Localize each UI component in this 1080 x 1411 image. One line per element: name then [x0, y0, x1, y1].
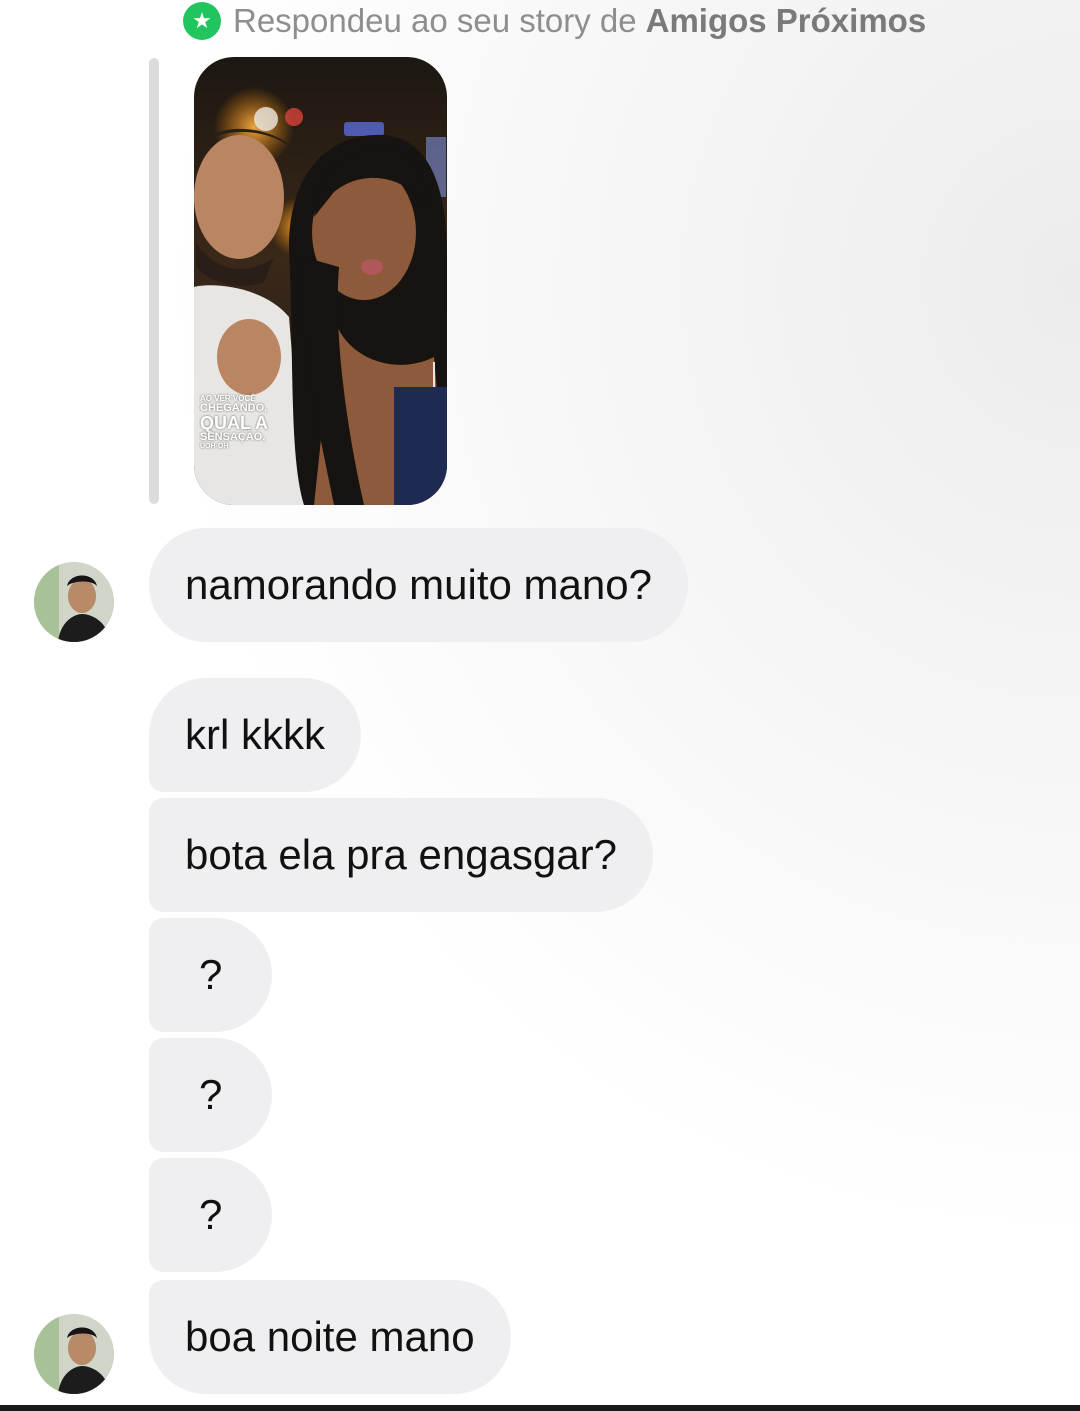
chat-screen: ★ Respondeu ao seu story de Amigos Próxi… [0, 0, 1080, 1411]
story-caption-line: UOH-OH [200, 443, 229, 450]
reply-header-prefix: Respondeu ao seu story de [233, 2, 637, 39]
message-text: namorando muito mano? [185, 561, 652, 608]
story-caption-line: SENSAÇÃO, [200, 431, 266, 443]
story-caption-line: QUAL A [200, 413, 269, 433]
quote-bar [149, 58, 159, 504]
story-reply-header: ★ Respondeu ao seu story de Amigos Próxi… [183, 2, 926, 40]
avatar-photo [34, 562, 114, 642]
message-text: ? [199, 1191, 223, 1238]
message-bubble[interactable]: bota ela pra engasgar? [149, 798, 653, 912]
message-bubble[interactable]: namorando muito mano? [149, 528, 688, 642]
sender-avatar[interactable] [34, 1314, 114, 1394]
avatar-photo [34, 1314, 114, 1394]
message-text: bota ela pra engasgar? [185, 831, 617, 878]
message-bubble[interactable]: ? [149, 918, 273, 1032]
bottom-divider [0, 1405, 1080, 1411]
message-text: ? [199, 951, 223, 998]
story-caption: AO VER VOCÊ CHEGANDO, QUAL A SENSAÇÃO, U… [200, 395, 269, 451]
message-text: boa noite mano [185, 1313, 475, 1360]
close-friends-star-icon: ★ [183, 2, 221, 40]
message-text: krl kkkk [185, 711, 325, 758]
message-text: ? [199, 1071, 223, 1118]
message-bubble[interactable]: ? [149, 1158, 273, 1272]
reply-header-audience: Amigos Próximos [645, 2, 927, 39]
message-bubble[interactable]: krl kkkk [149, 678, 361, 792]
story-thumbnail[interactable]: AO VER VOCÊ CHEGANDO, QUAL A SENSAÇÃO, U… [194, 57, 447, 505]
message-bubble[interactable]: boa noite mano [149, 1280, 511, 1394]
sender-avatar[interactable] [34, 562, 114, 642]
message-bubble[interactable]: ? [149, 1038, 273, 1152]
